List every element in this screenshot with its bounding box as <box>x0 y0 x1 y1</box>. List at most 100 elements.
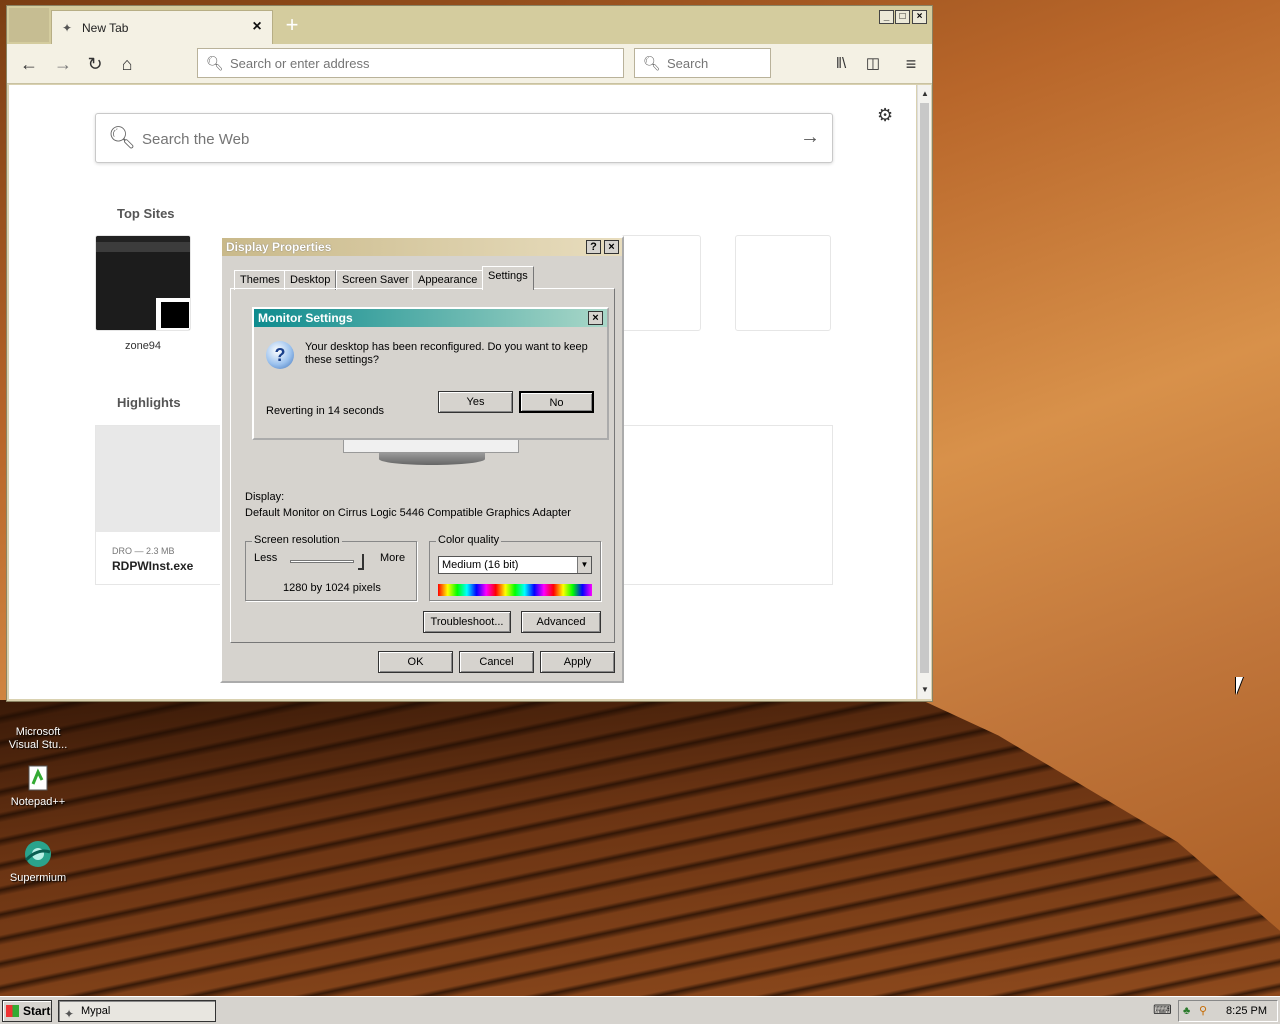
top-site-label: zone94 <box>124 340 162 352</box>
color-quality-select[interactable]: Medium (16 bit) ▼ <box>438 556 592 574</box>
arrow-right-icon[interactable]: → <box>800 126 820 149</box>
mypal-favicon-icon: ✦ <box>64 1007 75 1021</box>
windows-flag-icon <box>6 1005 19 1017</box>
tab-bar: ✦ New Tab × + _ □ × <box>7 6 932 44</box>
taskbar-button-mypal[interactable]: ✦ Mypal <box>58 1000 216 1022</box>
close-tab-icon[interactable]: × <box>248 18 266 36</box>
new-tab-button[interactable]: + <box>279 12 305 38</box>
highlight-name: RDPWInst.exe <box>112 559 194 573</box>
gear-icon[interactable]: ⚙ <box>877 105 893 126</box>
tab-title: New Tab <box>82 21 129 35</box>
close-icon[interactable]: × <box>588 311 603 325</box>
scroll-down-icon[interactable]: ▼ <box>918 683 932 697</box>
resolution-slider[interactable] <box>358 554 364 570</box>
monitor-base <box>379 453 485 465</box>
keyboard-icon[interactable]: ⌨ <box>1153 1002 1172 1018</box>
sidebar-icon[interactable]: ◫ <box>861 52 885 76</box>
highlight-placeholder <box>621 425 833 585</box>
screen-resolution-group: Screen resolution Less More 1280 by 1024… <box>245 534 417 601</box>
question-icon: ? <box>266 341 294 369</box>
top-site-placeholder <box>735 235 831 331</box>
mypal-favicon-icon: ✦ <box>62 21 73 35</box>
monitor-settings-dialog: Monitor Settings × ? Your desktop has be… <box>252 307 609 440</box>
vertical-scrollbar[interactable]: ▲ ▼ <box>917 85 931 699</box>
desktop-icon-visual-studio[interactable]: Microsoft Visual Stu... <box>0 704 76 752</box>
back-icon[interactable]: ← <box>17 52 41 76</box>
menu-icon[interactable]: ≡ <box>899 52 923 76</box>
clock[interactable]: 8:25 PM <box>1226 1001 1267 1021</box>
maximize-icon[interactable]: □ <box>895 10 910 24</box>
reload-icon[interactable]: ↻ <box>83 52 107 76</box>
library-icon[interactable]: ‖\ <box>829 52 853 76</box>
display-properties-dialog: Display Properties ? × Themes Desktop Sc… <box>220 236 624 683</box>
display-value: Default Monitor on Cirrus Logic 5446 Com… <box>245 507 571 519</box>
desktop-icon-notepadpp[interactable]: Notepad++ <box>0 762 76 808</box>
less-label: Less <box>254 552 278 564</box>
chevron-down-icon[interactable]: ▼ <box>577 557 591 573</box>
color-spectrum <box>438 584 592 596</box>
more-label: More <box>380 552 406 564</box>
confirmation-message: Your desktop has been reconfigured. Do y… <box>305 341 588 366</box>
top-site-tile[interactable] <box>95 235 191 331</box>
revert-countdown: Reverting in 14 seconds <box>266 405 385 417</box>
url-bar[interactable]: 🔍︎ <box>197 48 624 78</box>
troubleshoot-button[interactable]: Troubleshoot... <box>423 611 511 633</box>
taskbar-button-label: Mypal <box>81 1005 111 1017</box>
desktop-icon-supermium[interactable]: Supermium <box>0 838 76 884</box>
tab-screen-saver[interactable]: Screen Saver <box>336 270 415 290</box>
tab-appearance[interactable]: Appearance <box>412 270 484 290</box>
search-bar[interactable]: 🔍︎ <box>634 48 771 78</box>
minimize-icon[interactable]: _ <box>879 10 894 24</box>
forward-icon[interactable]: → <box>51 52 75 76</box>
search-icon: 🔍︎ <box>108 125 136 150</box>
start-button[interactable]: Start <box>2 1000 52 1022</box>
scroll-up-icon[interactable]: ▲ <box>918 87 932 101</box>
yes-button[interactable]: Yes <box>438 391 513 413</box>
desktop-icon-label: Supermium <box>9 872 67 884</box>
start-label: Start <box>23 1004 51 1018</box>
wallpaper-dune <box>0 700 1280 996</box>
taskbar: Start ✦ Mypal ⌨ ♣ ⚲ 8:25 PM <box>0 996 1280 1024</box>
close-window-icon[interactable]: × <box>912 10 927 24</box>
monitor-preview <box>343 439 519 453</box>
highlight-card[interactable]: DRO — 2.3 MB RDPWInst.exe <box>95 425 225 585</box>
notepadpp-icon <box>22 762 54 794</box>
advanced-button[interactable]: Advanced <box>521 611 601 633</box>
scrollbar-thumb[interactable] <box>920 103 929 673</box>
highlights-heading: Highlights <box>117 395 181 410</box>
search-input[interactable] <box>667 53 763 73</box>
navigation-toolbar: ← → ↻ ⌂ 🔍︎ 🔍︎ ‖\ ◫ ≡ <box>7 44 932 84</box>
cancel-button[interactable]: Cancel <box>459 651 534 673</box>
group-caption: Screen resolution <box>252 534 342 546</box>
tab-new-tab[interactable]: ✦ New Tab × <box>51 10 273 44</box>
ok-button[interactable]: OK <box>378 651 453 673</box>
mouse-cursor <box>1236 677 1243 695</box>
tab-themes[interactable]: Themes <box>234 270 286 290</box>
web-search-box[interactable]: 🔍︎ → <box>95 113 833 163</box>
desktop-icon-label: Microsoft Visual Stu... <box>8 726 68 751</box>
display-label: Display: <box>245 491 285 503</box>
desktop-icon-label: Notepad++ <box>10 796 66 808</box>
resolution-slider-track <box>290 560 354 563</box>
url-input[interactable] <box>230 53 610 73</box>
resolution-value: 1280 by 1024 pixels <box>283 582 381 594</box>
highlight-meta: DRO — 2.3 MB <box>112 546 175 556</box>
color-quality-value: Medium (16 bit) <box>442 559 519 571</box>
search-tray-icon[interactable]: ⚲ <box>1199 1001 1207 1021</box>
network-icon[interactable]: ♣ <box>1183 1001 1190 1021</box>
dialog-title: Monitor Settings <box>254 309 607 327</box>
group-caption: Color quality <box>436 534 502 546</box>
no-button[interactable]: No <box>519 391 594 413</box>
home-icon[interactable]: ⌂ <box>115 52 139 76</box>
tab-settings[interactable]: Settings <box>482 266 534 290</box>
help-icon[interactable]: ? <box>586 240 601 254</box>
close-icon[interactable]: × <box>604 240 619 254</box>
web-search-input[interactable] <box>142 128 742 150</box>
apply-button[interactable]: Apply <box>540 651 615 673</box>
top-sites-heading: Top Sites <box>117 206 175 221</box>
tab-desktop[interactable]: Desktop <box>284 270 337 290</box>
highlight-thumbnail <box>96 426 224 532</box>
dialog-title: Display Properties <box>222 238 622 256</box>
top-site-placeholder <box>621 235 701 331</box>
tab-bar-stub <box>9 8 49 42</box>
